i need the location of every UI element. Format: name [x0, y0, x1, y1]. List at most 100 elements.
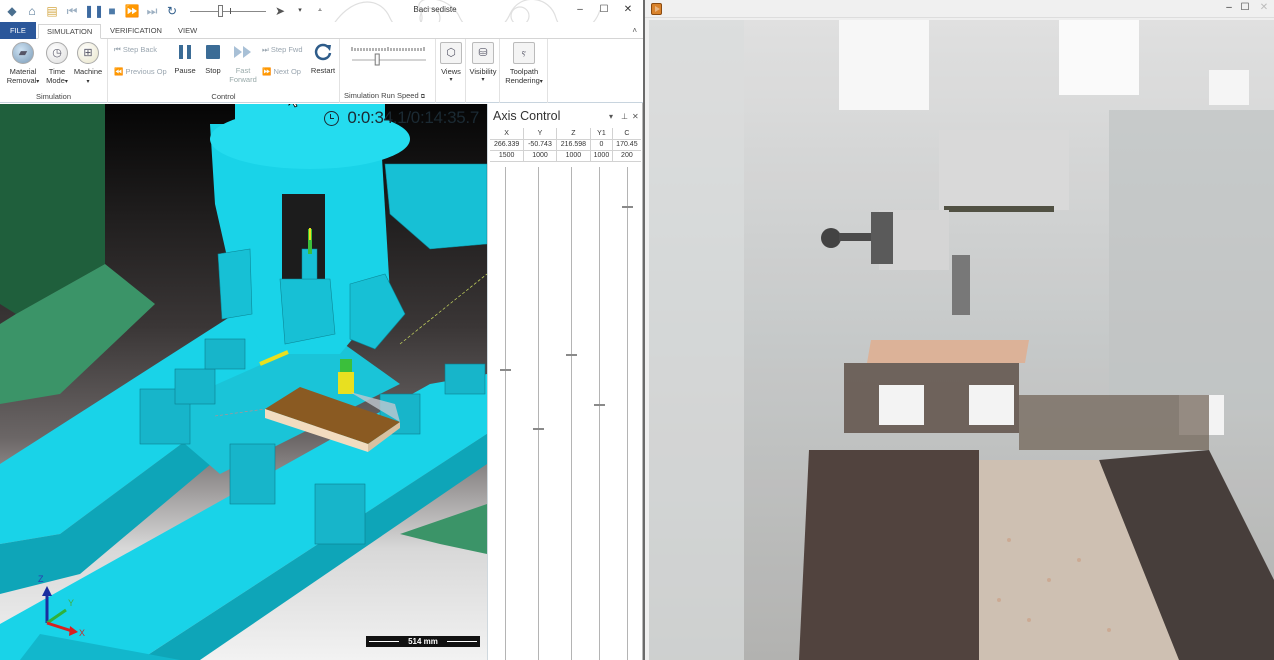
material-removal-button[interactable]: ▰ Material Removal▾ [4, 42, 42, 87]
step-fwd-button[interactable]: ⏭ Step Fwd [262, 45, 303, 55]
fast-forward-icon [232, 42, 254, 62]
pause-button[interactable]: Pause [172, 42, 198, 75]
panel-close-icon[interactable]: ✕ [632, 112, 639, 121]
close-button[interactable]: ✕ [622, 4, 634, 15]
dropdown-caret-icon[interactable]: ▾ [292, 3, 308, 19]
material-removal-icon: ▰ [12, 42, 34, 64]
time-mode-button[interactable]: ◷ Time Mode▾ [44, 42, 70, 87]
rewind-icon[interactable]: ⏮ [64, 3, 80, 19]
collapse-ribbon-icon[interactable]: ˄ [632, 26, 637, 35]
axis-slider-track[interactable] [505, 167, 506, 660]
qat-speed-slider[interactable] [190, 4, 266, 18]
axis-slider-track[interactable] [571, 167, 572, 660]
next-op-button[interactable]: ⏩ Next Op [262, 67, 301, 76]
views-group: ⬡ Views ▾ [436, 39, 466, 103]
3d-viewport[interactable]: Z Y X 0:0:34.1/0:14:35.7 514 mm [0, 104, 487, 660]
tab-simulation[interactable]: SIMULATION [38, 24, 102, 39]
group-label: Control [211, 92, 236, 101]
save-icon[interactable]: ⌂ [24, 3, 40, 19]
axis-value[interactable]: -50.743 [523, 138, 557, 151]
machine-button[interactable]: ⊞ Machine ▾ [72, 42, 104, 87]
previous-op-button[interactable]: ⏪ Previous Op [114, 67, 167, 76]
visibility-button[interactable]: ⛁ Visibility ▾ [468, 42, 498, 85]
pause-icon[interactable]: ❚❚ [84, 3, 104, 19]
skip-end-icon[interactable]: ⏭ [144, 3, 160, 19]
minimize-button[interactable]: – [574, 4, 586, 15]
step-back-button[interactable]: ⏮ Step Back [114, 45, 157, 55]
video-minimize-button[interactable]: – [1223, 2, 1235, 13]
mouse-cursor-icon [288, 104, 298, 108]
restart-button[interactable]: Restart [308, 42, 338, 75]
button-label: Step Back [122, 45, 158, 54]
tab-file[interactable]: FILE [0, 22, 36, 39]
toolpath-group: ⲋ Toolpath Rendering▾ [500, 39, 548, 103]
toolpath-line [399, 273, 487, 345]
stop-button[interactable]: Stop [200, 42, 226, 75]
left-carriage [217, 248, 253, 320]
group-label: Simulation Run Speed ⧉ [344, 91, 426, 100]
tab-verification[interactable]: VERIFICATION [102, 24, 170, 39]
dropdown-caret-icon: ▾ [539, 79, 543, 85]
restart-icon[interactable]: ↻ [164, 3, 180, 19]
speed-slider-ticks [351, 47, 426, 66]
title-bar: ◆ ⌂ ▤ ⏮ ❚❚ ■ ⏩ ⏭ ↻ ➤ ▾ ⩡ Baci sediste – … [0, 0, 643, 22]
panel-menu-icon[interactable]: ▾ [609, 112, 613, 121]
visibility-group: ⛁ Visibility ▾ [466, 39, 500, 103]
axis-slider-track[interactable] [627, 167, 628, 660]
axis-value[interactable]: 0 [590, 138, 613, 151]
tool-holder [279, 278, 336, 345]
video-frame[interactable] [649, 20, 1274, 660]
machine-scene [0, 104, 487, 660]
column-header: C [611, 128, 641, 140]
views-button[interactable]: ⬡ Views ▾ [438, 42, 464, 85]
ribbon-tabs: FILE SIMULATION VERIFICATION VIEW ˄ [0, 22, 643, 39]
cutting-tool [340, 359, 352, 374]
axis-limit[interactable]: 1000 [590, 149, 613, 162]
dropdown-caret-icon: ▾ [449, 77, 453, 83]
toolpath-rendering-button[interactable]: ⲋ Toolpath Rendering▾ [502, 42, 546, 87]
clock-icon [324, 110, 340, 126]
run-speed-slider[interactable] [350, 45, 428, 67]
axis-table: X Y Z Y1 C 266.339 -50.743 216.598 0 170… [490, 128, 641, 162]
button-label: Rendering [505, 76, 540, 85]
axis-slider-track[interactable] [599, 167, 600, 660]
slider-thumb[interactable] [374, 53, 380, 66]
maximize-button[interactable]: ☐ [598, 4, 610, 15]
slider-thumb[interactable] [218, 5, 223, 17]
axis-slider-thumb[interactable] [594, 403, 605, 406]
axis-limit[interactable]: 1000 [555, 149, 592, 162]
axis-limits-row: 1500 1000 1000 1000 200 [490, 149, 641, 162]
video-close-button[interactable]: ✕ [1258, 2, 1270, 13]
video-maximize-button[interactable]: ☐ [1239, 2, 1251, 13]
scale-bar-label: 514 mm [408, 637, 438, 646]
axis-value[interactable]: 216.598 [555, 138, 592, 151]
axis-values-row: 266.339 -50.743 216.598 0 170.45 [490, 138, 641, 151]
axis-slider-thumb[interactable] [566, 354, 577, 357]
button-label: Machine [73, 67, 103, 76]
stop-icon[interactable]: ■ [104, 3, 120, 19]
customize-qat-icon[interactable]: ⩡ [312, 3, 328, 19]
fast-forward-button[interactable]: Fast Forward [228, 42, 258, 84]
axis-value[interactable]: 266.339 [490, 138, 525, 151]
column-header: X [490, 128, 525, 140]
button-label: Next Op [273, 67, 301, 76]
axis-limit[interactable]: 1000 [523, 149, 557, 162]
axis-slider-thumb[interactable] [533, 428, 544, 431]
axis-slider-thumb[interactable] [622, 206, 633, 209]
axis-slider-thumb[interactable] [500, 369, 511, 372]
cursor-icon[interactable]: ➤ [272, 3, 288, 19]
tab-view[interactable]: VIEW [170, 24, 205, 39]
forward-icon[interactable]: ⏩ [124, 3, 140, 19]
panel-title: Axis Control [493, 109, 561, 123]
app-icon[interactable]: ◆ [4, 3, 20, 19]
axis-value[interactable]: 170.45 [611, 138, 641, 151]
button-label: Views [441, 67, 461, 76]
axis-limit[interactable]: 1500 [490, 149, 525, 162]
axis-slider-track[interactable] [538, 167, 539, 660]
dialog-launcher-icon[interactable]: ⧉ [421, 94, 425, 100]
pin-icon[interactable]: ⊥ [621, 112, 628, 121]
axis-limit[interactable]: 200 [611, 149, 641, 162]
toolpath-icon: ⲋ [513, 42, 535, 64]
open-icon[interactable]: ▤ [44, 3, 60, 19]
button-label: Fast [235, 66, 251, 75]
